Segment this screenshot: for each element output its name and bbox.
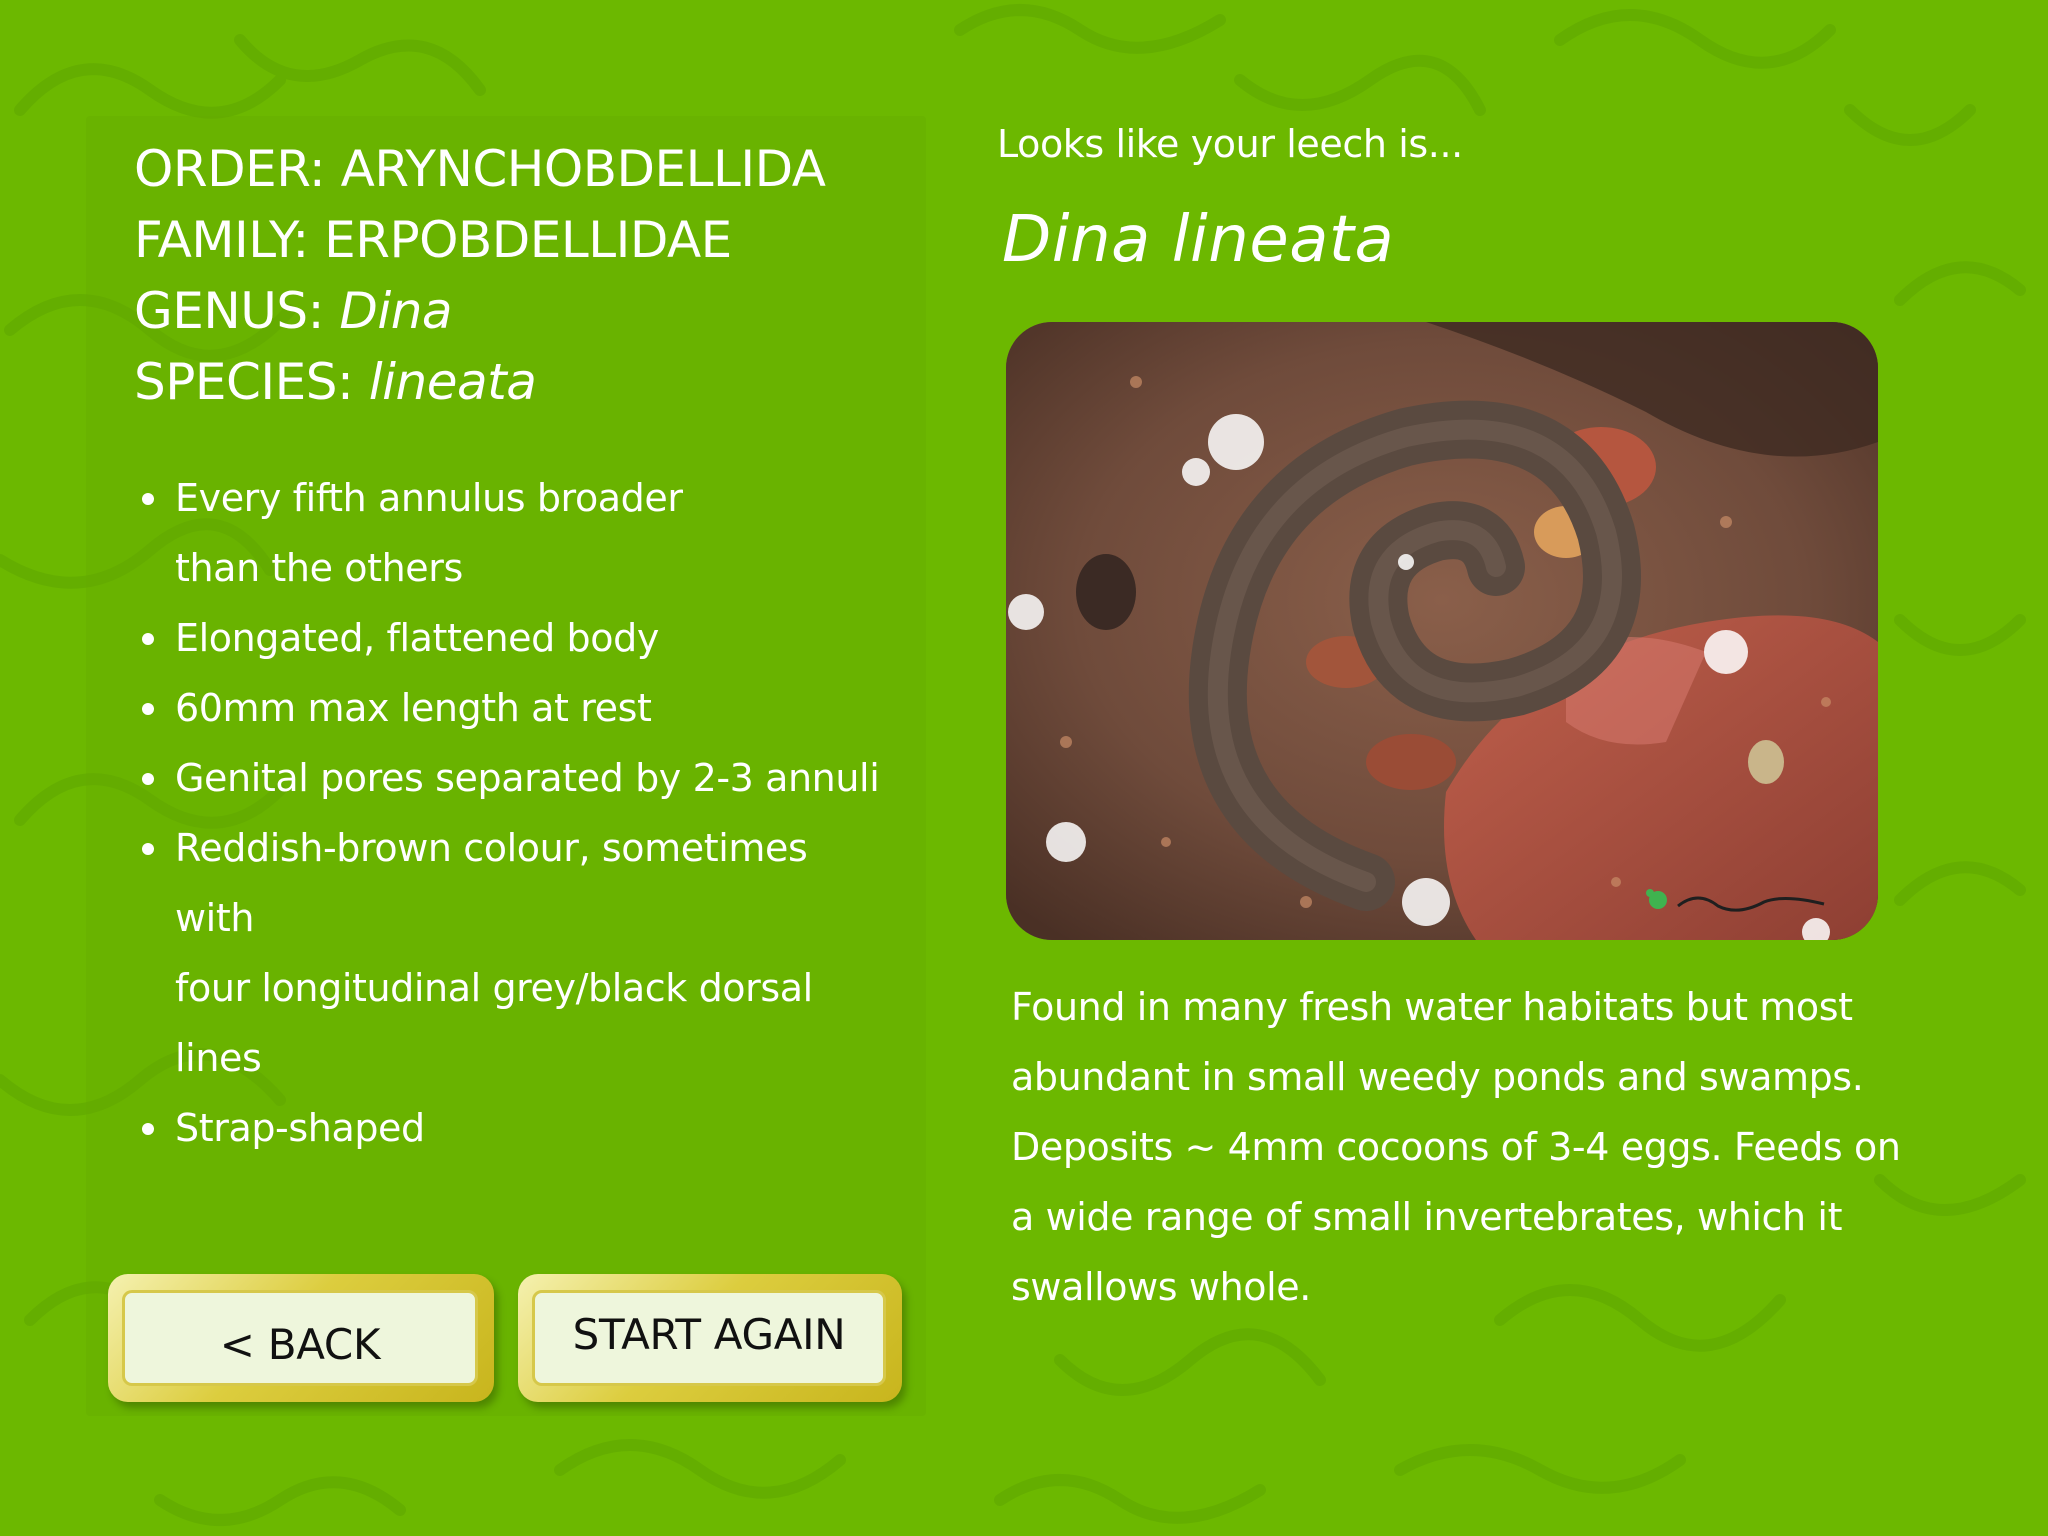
feature-list: Every fifth annulus broader than the oth… <box>138 463 898 1163</box>
feature-item: Genital pores separated by 2-3 annuli <box>138 743 898 813</box>
order-label: ORDER: <box>134 140 326 198</box>
family-value: ERPOBDELLIDAE <box>324 211 732 269</box>
species-title: Dina lineata <box>1002 203 1395 277</box>
feature-item: Every fifth annulus broader <box>138 463 898 533</box>
feature-item: Strap-shaped <box>138 1093 898 1163</box>
feature-item: than the others <box>175 546 463 590</box>
start-again-button-label: START AGAIN <box>532 1290 886 1386</box>
result-intro: Looks like your leech is... <box>997 122 1463 166</box>
species-line: SPECIES: lineata <box>134 347 825 418</box>
leech-photo <box>1006 322 1878 940</box>
family-line: FAMILY: ERPOBDELLIDAE <box>134 205 825 276</box>
species-label: SPECIES: <box>134 353 354 411</box>
taxonomy-block: ORDER: ARYNCHOBDELLIDA FAMILY: ERPOBDELL… <box>134 134 826 418</box>
species-value: lineata <box>368 353 537 411</box>
start-again-button[interactable]: START AGAIN <box>518 1274 902 1402</box>
genus-label: GENUS: <box>134 282 324 340</box>
feature-item: Elongated, flattened body <box>138 603 898 673</box>
order-line: ORDER: ARYNCHOBDELLIDA <box>134 134 826 205</box>
genus-value: Dina <box>339 282 453 340</box>
genus-line: GENUS: Dina <box>134 276 825 347</box>
back-button-label: < BACK <box>122 1290 478 1386</box>
feature-item: four longitudinal grey/black dorsal line… <box>175 966 813 1080</box>
back-button[interactable]: < BACK <box>108 1274 494 1402</box>
family-label: FAMILY: <box>134 211 309 269</box>
feature-item: Reddish-brown colour, sometimes with <box>138 813 898 953</box>
species-description: Found in many fresh water habitats but m… <box>1011 985 1901 1309</box>
feature-item: 60mm max length at rest <box>138 673 898 743</box>
order-value: ARYNCHOBDELLIDA <box>340 140 826 198</box>
